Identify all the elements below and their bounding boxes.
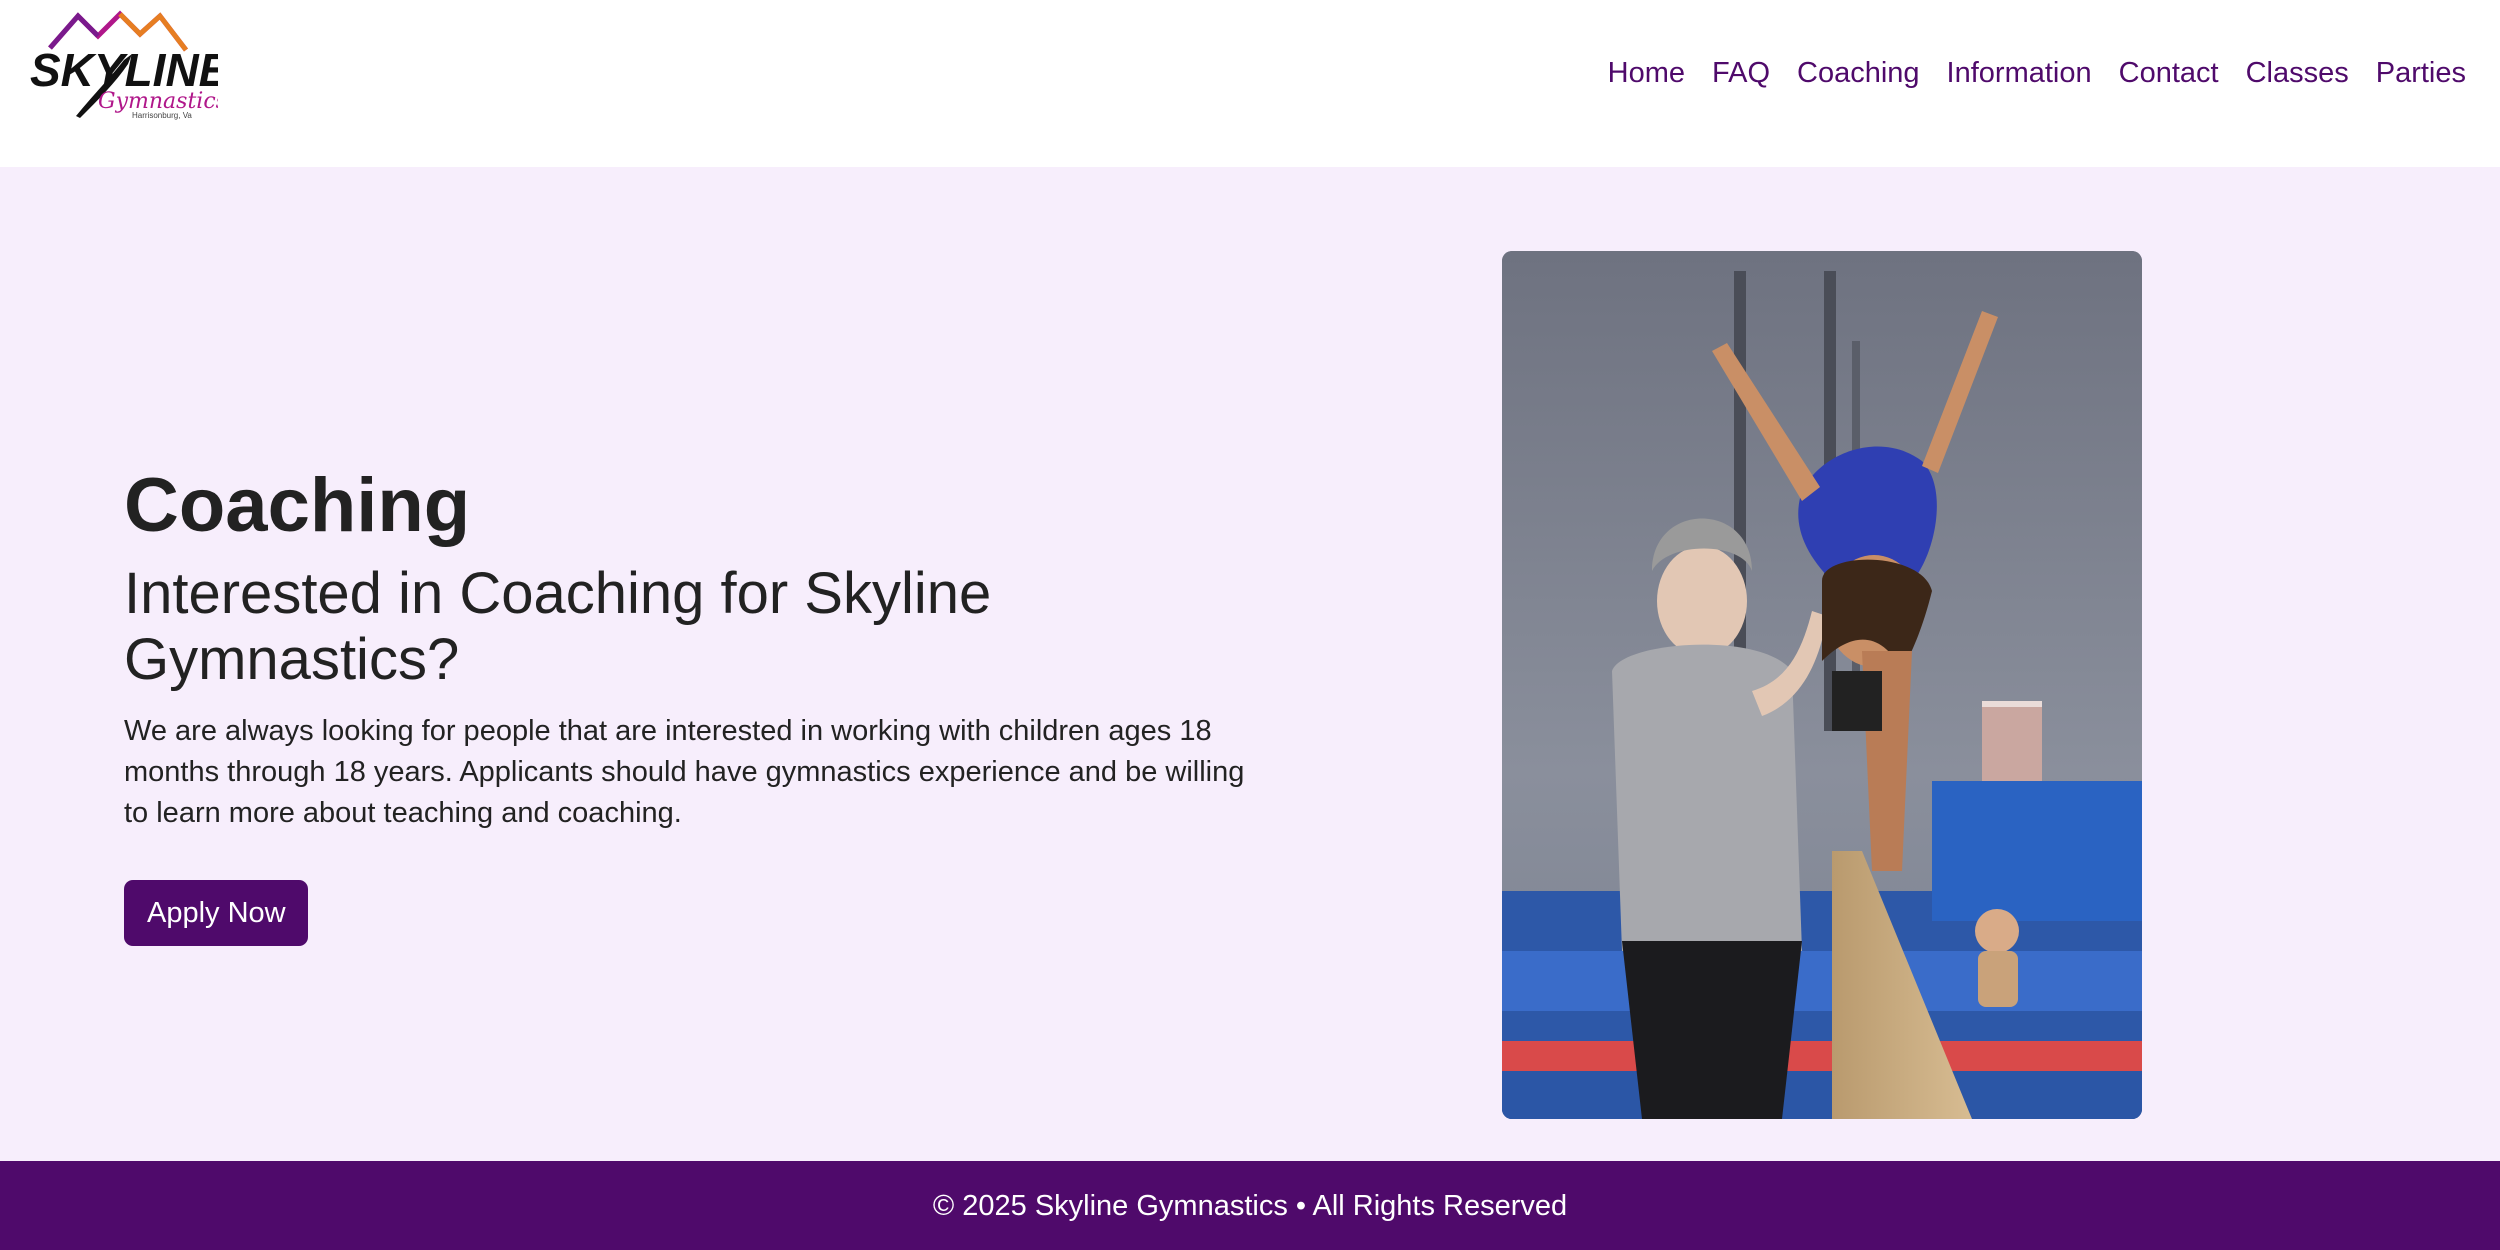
page-subtitle: Interested in Coaching for Skyline Gymna… — [124, 561, 992, 692]
site-footer: © 2025 Skyline Gymnastics • All Rights R… — [0, 1161, 2500, 1250]
coaching-hero: Coaching Interested in Coaching for Skyl… — [0, 167, 2500, 1161]
hero-text: Coaching Interested in Coaching for Skyl… — [124, 463, 1244, 946]
nav-faq[interactable]: FAQ — [1712, 53, 1770, 93]
nav-coaching[interactable]: Coaching — [1797, 53, 1920, 93]
copyright-text: © 2025 Skyline Gymnastics • All Rights R… — [932, 1189, 1568, 1222]
logo-graphic: SKYLINE Gymnastics Harrisonburg, Va — [30, 10, 218, 120]
nav-contact[interactable]: Contact — [2119, 53, 2219, 93]
site-header: SKYLINE Gymnastics Harrisonburg, Va Home… — [0, 0, 2500, 167]
hero-description: We are always looking for people that ar… — [124, 715, 1245, 829]
apply-now-button[interactable]: Apply Now — [124, 880, 308, 946]
coaching-photo — [1502, 251, 2142, 1119]
skyline-gymnastics-logo[interactable]: SKYLINE Gymnastics Harrisonburg, Va — [28, 8, 218, 122]
svg-text:Harrisonburg, Va: Harrisonburg, Va — [132, 111, 192, 120]
nav-parties[interactable]: Parties — [2376, 53, 2466, 93]
nav-home[interactable]: Home — [1608, 53, 1685, 93]
main-nav: Home FAQ Coaching Information Contact Cl… — [1608, 53, 2466, 93]
photo-illustration — [1502, 251, 2142, 1119]
nav-classes[interactable]: Classes — [2246, 53, 2349, 93]
page-title: Coaching — [124, 463, 471, 548]
nav-information[interactable]: Information — [1947, 53, 2092, 93]
